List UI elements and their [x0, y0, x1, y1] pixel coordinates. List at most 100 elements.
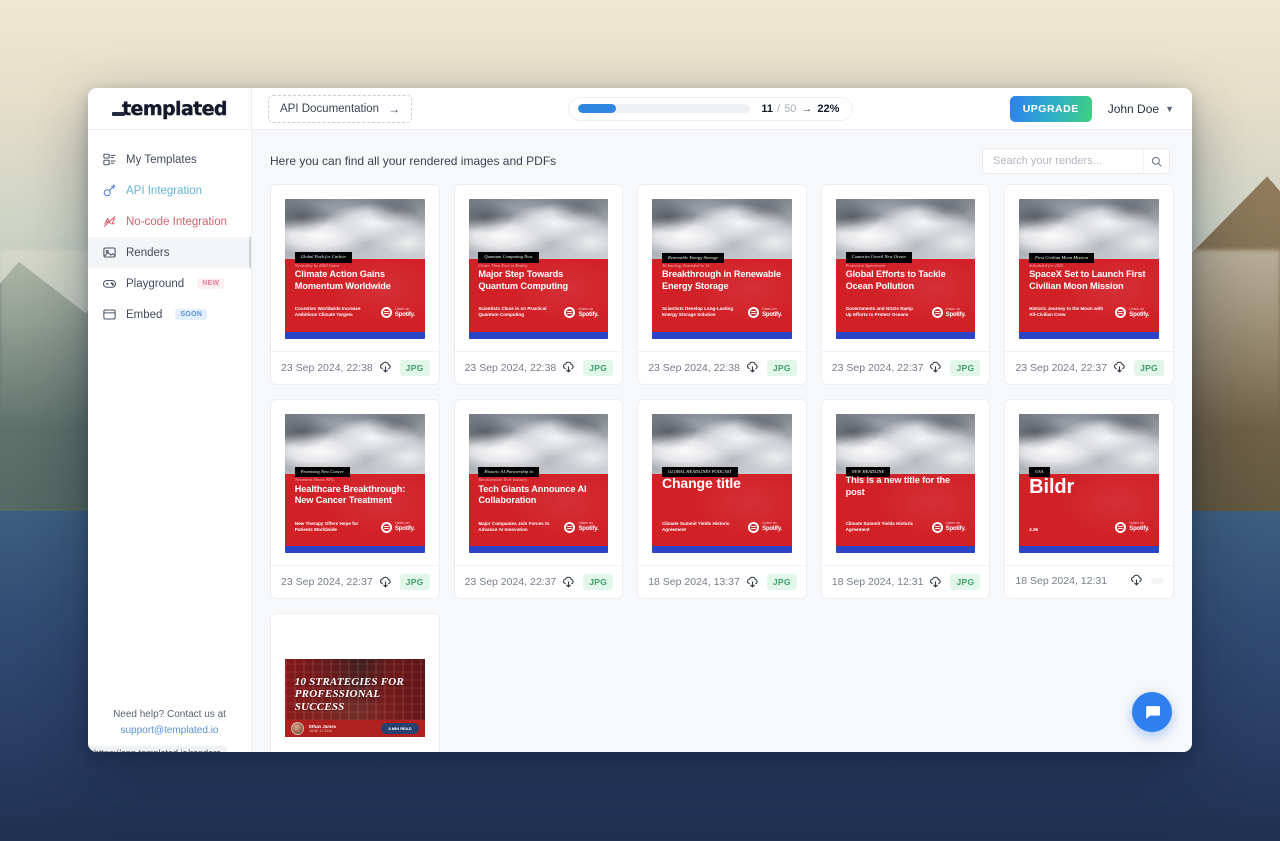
download-icon[interactable]: [562, 361, 575, 374]
render-thumbnail[interactable]: Promising New Cancer Treatment Shows 90%…: [271, 400, 439, 566]
download-icon[interactable]: [746, 576, 759, 589]
poster-body: Countries Unveil New Ocean Protection Ag…: [835, 252, 976, 332]
render-card[interactable]: NEW HEADLINE This is a new title for the…: [820, 398, 991, 600]
render-card[interactable]: 10 STRATEGIES FOR PROFESSIONAL SUCCESS E…: [270, 613, 440, 752]
render-thumbnail[interactable]: NEW HEADLINE This is a new title for the…: [822, 400, 990, 566]
poster-eyebrow-box: Countries Unveil New Ocean: [845, 252, 912, 263]
search-input[interactable]: [983, 149, 1143, 173]
read-time-badge: 8 MIN READ: [381, 723, 419, 735]
poster-eyebrow-box: Promising New Cancer: [294, 467, 350, 478]
render-poster: GLOBAL HEADLINES PODCAST Change title Cl…: [652, 413, 792, 554]
poster-bottom-bar: [468, 546, 609, 554]
download-icon[interactable]: [746, 361, 759, 374]
app-window: templated API Documentation → 11 / 50 → …: [88, 88, 1192, 752]
poster-footer: Historic Journey to the Moon with All-Ci…: [1029, 306, 1149, 319]
download-icon[interactable]: [379, 361, 392, 374]
render-card[interactable]: Promising New Cancer Treatment Shows 90%…: [270, 398, 440, 600]
spotify-badge: Listen on Spotify.: [931, 521, 966, 534]
render-format-badge: JPG: [950, 359, 981, 376]
render-card[interactable]: Countries Unveil New Ocean Protection Ag…: [820, 184, 991, 385]
poster-body: Historic AI Partnership to Revolutionize…: [468, 467, 609, 547]
quota-percent: 22%: [817, 102, 840, 115]
user-menu[interactable]: John Doe ▼: [1108, 102, 1174, 116]
download-icon[interactable]: [929, 576, 942, 589]
render-card[interactable]: Quantum Computing Now Closer Than Ever t…: [453, 184, 624, 385]
render-meta: 18 Sep 2024, 13:37 JPG: [638, 565, 806, 598]
search-box[interactable]: [982, 148, 1170, 174]
poster-headline: Healthcare Breakthrough: New Cancer Trea…: [294, 484, 406, 506]
render-poster: Global Push for Carbon Neutrality by 205…: [285, 199, 425, 339]
render-format-badge: JPG: [766, 359, 797, 376]
poster-eyebrow: Global Push for Carbon: [300, 254, 346, 260]
render-card[interactable]: Renewable Energy Storage Technology Exte…: [637, 184, 807, 385]
sidebar-item-playground[interactable]: Playground NEW: [88, 268, 251, 299]
main-header: Here you can find all your rendered imag…: [252, 130, 1192, 184]
api-documentation-button[interactable]: API Documentation →: [268, 94, 413, 123]
support-email-link[interactable]: support@templated.io: [121, 725, 219, 736]
quota-used: 11: [761, 102, 774, 115]
spotify-icon: [931, 307, 943, 319]
poster-bottom-bar: [1019, 331, 1159, 339]
render-thumbnail[interactable]: Historic AI Partnership to Revolutionize…: [455, 400, 623, 566]
poster-eyebrow-box: First Civilian Moon Mission: [1029, 252, 1094, 263]
quota-total: 50: [784, 102, 797, 115]
render-thumbnail[interactable]: Quantum Computing Now Closer Than Ever t…: [455, 185, 623, 351]
poster-kicker: Governments and NGOs Ramp Up Efforts to …: [845, 306, 913, 318]
render-card[interactable]: Historic AI Partnership to Revolutionize…: [453, 398, 624, 600]
download-icon[interactable]: [379, 576, 392, 589]
arrow-right-icon: →: [388, 101, 401, 116]
download-icon[interactable]: [1130, 574, 1143, 587]
download-icon[interactable]: [929, 361, 942, 374]
poster-bottom-bar: [1019, 546, 1159, 554]
spotify-icon: [931, 522, 943, 534]
sidebar-item-embed[interactable]: Embed SOON: [88, 299, 251, 330]
poster-kicker: Countries Worldwide Increase Ambitious C…: [294, 306, 361, 318]
sidebar-item-label: No-code Integration: [126, 215, 228, 228]
poster-headline: Breakthrough in Renewable Energy Storage: [661, 269, 781, 291]
render-thumbnail[interactable]: Global Push for Carbon Neutrality by 205…: [271, 185, 439, 351]
download-icon[interactable]: [1113, 361, 1126, 374]
render-actions: JPG: [562, 359, 614, 376]
poster-eyebrow-box: Quantum Computing Now: [478, 252, 539, 263]
chevron-down-icon: ▼: [1165, 103, 1174, 114]
download-icon[interactable]: [562, 576, 575, 589]
poster-eyebrow-secondary: Scheduled for 2025: [1029, 262, 1064, 268]
render-thumbnail[interactable]: 10 STRATEGIES FOR PROFESSIONAL SUCCESS E…: [271, 614, 439, 752]
render-actions: JPG: [562, 574, 614, 591]
render-card[interactable]: Global Push for Carbon Neutrality by 205…: [270, 184, 440, 385]
quota-separator: /: [777, 102, 781, 115]
upgrade-button[interactable]: UPGRADE: [1009, 95, 1092, 122]
poster-footer: Major Companies Join Forces to Advance A…: [478, 521, 599, 534]
sidebar-item-renders[interactable]: Renders: [88, 237, 251, 268]
sidebar-item-api-integration[interactable]: API Integration: [88, 175, 251, 206]
render-thumbnail[interactable]: Countries Unveil New Ocean Protection Ag…: [822, 185, 990, 351]
chat-support-button[interactable]: [1132, 692, 1172, 732]
top-bar-center: 11 / 50 → 22%: [412, 96, 1010, 121]
render-thumbnail[interactable]: USA Bildr 4.36 Listen on Spotify.: [1005, 400, 1173, 566]
render-card[interactable]: First Civilian Moon Mission Scheduled fo…: [1004, 184, 1174, 385]
render-format-badge: JPG: [399, 574, 430, 591]
quota-text: 11 / 50 → 22%: [761, 103, 839, 115]
poster-footer: New Therapy Offers Hope for Patients Wor…: [295, 521, 415, 534]
render-format-badge: JPG: [399, 359, 430, 376]
poster-headline: Bildr: [1029, 476, 1075, 499]
chat-bubble-icon: [1145, 705, 1160, 719]
render-thumbnail[interactable]: GLOBAL HEADLINES PODCAST Change title Cl…: [638, 400, 806, 566]
poster-body: First Civilian Moon Mission Scheduled fo…: [1019, 252, 1159, 332]
poster-eyebrow: Historic AI Partnership to: [484, 469, 534, 475]
spotify-badge: Listen on Spotify.: [1115, 307, 1149, 319]
render-card[interactable]: GLOBAL HEADLINES PODCAST Change title Cl…: [637, 398, 807, 600]
search-button[interactable]: [1143, 149, 1169, 173]
author-date: JUNE 11 2024: [309, 729, 333, 734]
render-card[interactable]: USA Bildr 4.36 Listen on Spotify. 18 Sep…: [1004, 398, 1174, 600]
poster-photo: [468, 413, 609, 474]
poster-eyebrow: Renewable Energy Storage: [667, 254, 718, 260]
render-thumbnail[interactable]: First Civilian Moon Mission Scheduled fo…: [1005, 185, 1173, 351]
renders-grid: Global Push for Carbon Neutrality by 205…: [252, 184, 1192, 752]
render-poster: Quantum Computing Now Closer Than Ever t…: [468, 199, 609, 339]
spotify-icon: [1115, 307, 1127, 319]
sidebar-item-no-code-integration[interactable]: No-code Integration: [88, 206, 251, 237]
sidebar-item-my-templates[interactable]: My Templates: [88, 144, 251, 175]
spotify-badge: Listen on Spotify.: [564, 521, 599, 534]
render-thumbnail[interactable]: Renewable Energy Storage Technology Exte…: [638, 185, 806, 351]
